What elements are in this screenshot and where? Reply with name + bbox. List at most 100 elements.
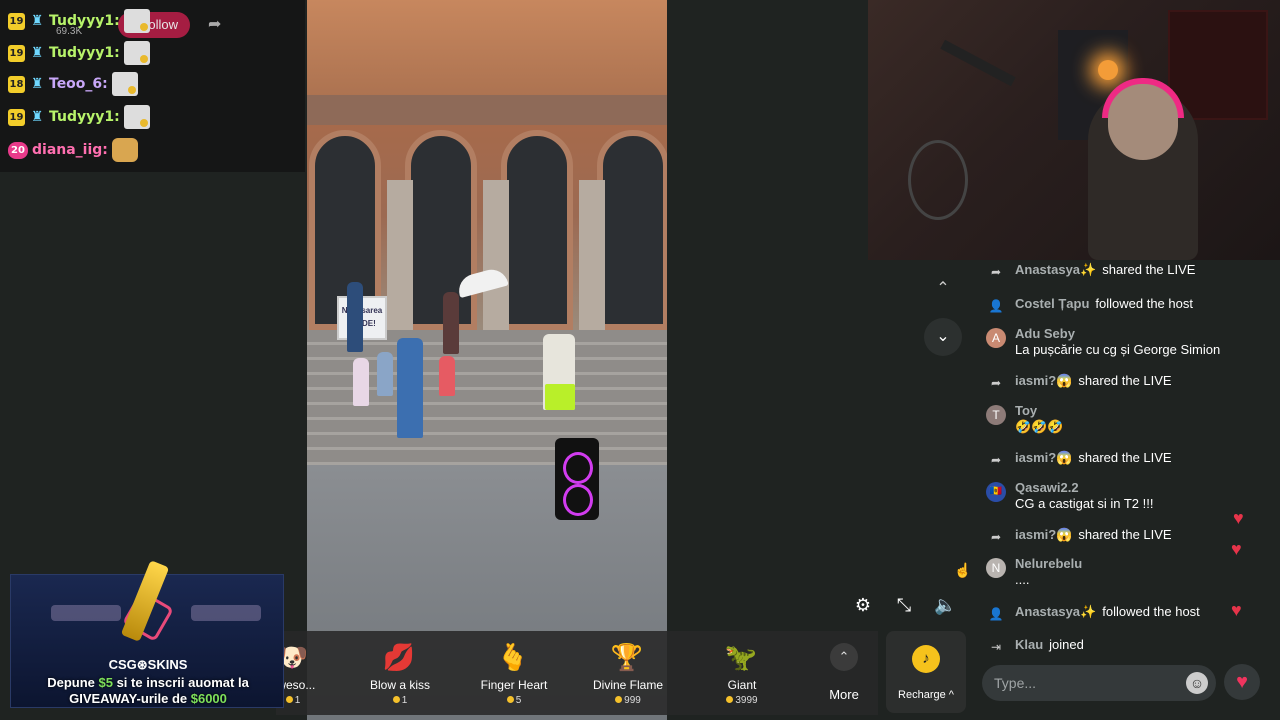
coin-icon xyxy=(285,696,293,703)
gift-item[interactable]: 💋 Blow a kiss 1 xyxy=(345,631,455,715)
emoji-icon[interactable]: ☺ xyxy=(1186,672,1208,694)
video-person xyxy=(443,292,459,354)
overlay-chat-line: 19 ♜ Tudyyy1: xyxy=(8,9,150,33)
heart-icon: ♥ xyxy=(1231,600,1242,620)
gift-price: 999 xyxy=(573,695,683,706)
more-label: More xyxy=(829,687,859,702)
video-child xyxy=(439,356,455,396)
gift-name: Blow a kiss xyxy=(369,678,431,692)
chat-username: iasmi?😱 xyxy=(1015,527,1073,542)
gift-name: Giant xyxy=(727,678,757,692)
gift-item[interactable]: 🏆 Divine Flame 999 xyxy=(573,631,683,715)
previous-stream-button[interactable]: ⌃ xyxy=(924,270,962,308)
share-icon[interactable]: ➦ xyxy=(208,14,221,34)
gift-icon: 💋 xyxy=(382,642,416,672)
recharge-button[interactable]: ♪ Recharge ^ xyxy=(886,631,966,713)
overlay-chat-user: Tudyyy1: xyxy=(49,45,120,61)
ad-text-part: Depune xyxy=(47,675,99,690)
gift-name: Divine Flame xyxy=(592,678,664,692)
ad-gun-image xyxy=(191,605,261,621)
more-gifts-button[interactable]: ⌃ More xyxy=(814,641,874,711)
recharge-label: Recharge ^ xyxy=(898,689,954,701)
share-icon: ➦ xyxy=(990,376,1002,390)
ad-gun-image xyxy=(51,605,121,621)
video-person xyxy=(347,282,363,352)
volume-icon[interactable]: 🔈 xyxy=(934,594,956,616)
overlay-chat-user: diana_iig: xyxy=(32,142,108,158)
chat-user[interactable]: iasmi?😱 shared the LIVE xyxy=(1015,373,1172,389)
video-column xyxy=(387,180,413,330)
heart-icon: ♥ xyxy=(1233,508,1244,528)
chat-user[interactable]: Costel Țapu followed the host xyxy=(1015,296,1193,311)
gift-icon: 🏆 xyxy=(610,642,644,672)
tiktok-coin-icon: ♪ xyxy=(912,645,940,673)
like-heart-button[interactable]: ♥ xyxy=(1224,664,1260,700)
level-badge: 20 xyxy=(8,141,28,159)
gift-icon: 🫰 xyxy=(496,642,530,672)
emote-icon xyxy=(123,41,150,65)
chat-username[interactable]: Nelurebelu xyxy=(1015,556,1082,571)
chat-text: 🤣🤣🤣 xyxy=(1015,419,1064,434)
overlay-chat-line: 20 diana_iig: xyxy=(8,138,138,162)
gift-price: 1 xyxy=(345,695,455,706)
emote-icon xyxy=(123,105,150,129)
ad-text-line2: GIVEAWAY-urile de $6000 xyxy=(11,691,285,707)
coin-icon xyxy=(506,696,514,703)
chat-user[interactable]: iasmi?😱 shared the LIVE xyxy=(1015,527,1172,543)
chevron-up-icon: ⌃ xyxy=(936,280,950,297)
video-person-shorts xyxy=(545,384,575,410)
video-arch xyxy=(501,130,573,330)
next-stream-button[interactable]: ⌄ xyxy=(924,318,962,356)
chat-user[interactable]: Anastasya✨ shared the LIVE xyxy=(1015,262,1195,278)
gift-item[interactable]: 🦖 Giant 3999 xyxy=(687,631,797,715)
chat-user[interactable]: iasmi?😱 shared the LIVE xyxy=(1015,450,1172,466)
chat-user[interactable]: Anastasya✨ followed the host xyxy=(1015,604,1200,620)
chat-text: La pușcărie cu cg și George Simion xyxy=(1015,342,1221,357)
ad-text-line1: Depune $5 si te inscrii auomat la xyxy=(11,675,285,691)
chat-username: Costel Țapu xyxy=(1015,296,1090,311)
chat-action: followed the host xyxy=(1102,604,1200,619)
chevron-down-icon: ⌄ xyxy=(936,328,950,345)
video-column xyxy=(579,180,605,330)
gift-item[interactable]: 🫰 Finger Heart 5 xyxy=(459,631,569,715)
chat-username: Klau xyxy=(1015,637,1044,652)
chat-username[interactable]: Toy xyxy=(1015,403,1037,418)
chat-username: iasmi?😱 xyxy=(1015,450,1073,465)
chat-username[interactable]: Qasawi2.2 xyxy=(1015,480,1079,495)
chat-action: followed the host xyxy=(1095,296,1193,311)
level-badge: 19 xyxy=(8,44,25,62)
chat-username[interactable]: Adu Seby xyxy=(1015,326,1075,341)
ad-text-part: GIVEAWAY-urile de xyxy=(69,691,191,706)
overlay-chat: Follow 69.3K ➦ 19 ♜ Tudyyy1: 19 ♜ Tudyyy… xyxy=(0,0,305,172)
video-building-ledge xyxy=(307,95,667,125)
live-stream-page: Nepăsarea UCIDE! Follow 69.3K ➦ 19 ♜ Tud… xyxy=(0,0,1280,720)
heart-icon: ♥ xyxy=(1231,539,1242,559)
ad-logo: CSG⊛SKINS xyxy=(108,657,188,672)
video-arch xyxy=(597,130,667,330)
overlay-chat-user: Tudyyy1: xyxy=(49,109,120,125)
ad-text-part: si te inscrii auomat la xyxy=(112,675,249,690)
gift-price-value: 999 xyxy=(624,695,641,706)
chat-input[interactable] xyxy=(994,673,1174,693)
share-icon: ➦ xyxy=(990,265,1002,279)
fullscreen-exit-icon[interactable]: ⤡ xyxy=(893,594,915,616)
avatar[interactable]: 🇲🇩 xyxy=(986,482,1006,502)
chat-action: shared the LIVE xyxy=(1078,527,1172,542)
heart-icon: ♥ xyxy=(1236,671,1248,693)
settings-icon[interactable]: ⚙ xyxy=(852,594,874,616)
mouse-cursor-icon: ☝ xyxy=(954,562,972,578)
avatar[interactable]: N xyxy=(986,558,1006,578)
overlay-chat-user: Tudyyy1: xyxy=(49,13,120,29)
gift-name: Finger Heart xyxy=(480,678,548,692)
overlay-chat-line: 18 ♜ Teoo_6: xyxy=(8,72,138,96)
main-video[interactable]: Nepăsarea UCIDE! xyxy=(307,0,667,720)
chat-action: joined xyxy=(1049,637,1084,652)
video-child xyxy=(377,352,393,396)
avatar[interactable]: T xyxy=(986,405,1006,425)
chat-username: Anastasya✨ xyxy=(1015,262,1097,277)
chat-user[interactable]: Klau joined xyxy=(1015,637,1084,652)
avatar[interactable]: A xyxy=(986,328,1006,348)
ad-amount: $6000 xyxy=(190,691,227,706)
level-badge: 19 xyxy=(8,12,25,30)
webcam-mic-arm xyxy=(940,39,1016,87)
